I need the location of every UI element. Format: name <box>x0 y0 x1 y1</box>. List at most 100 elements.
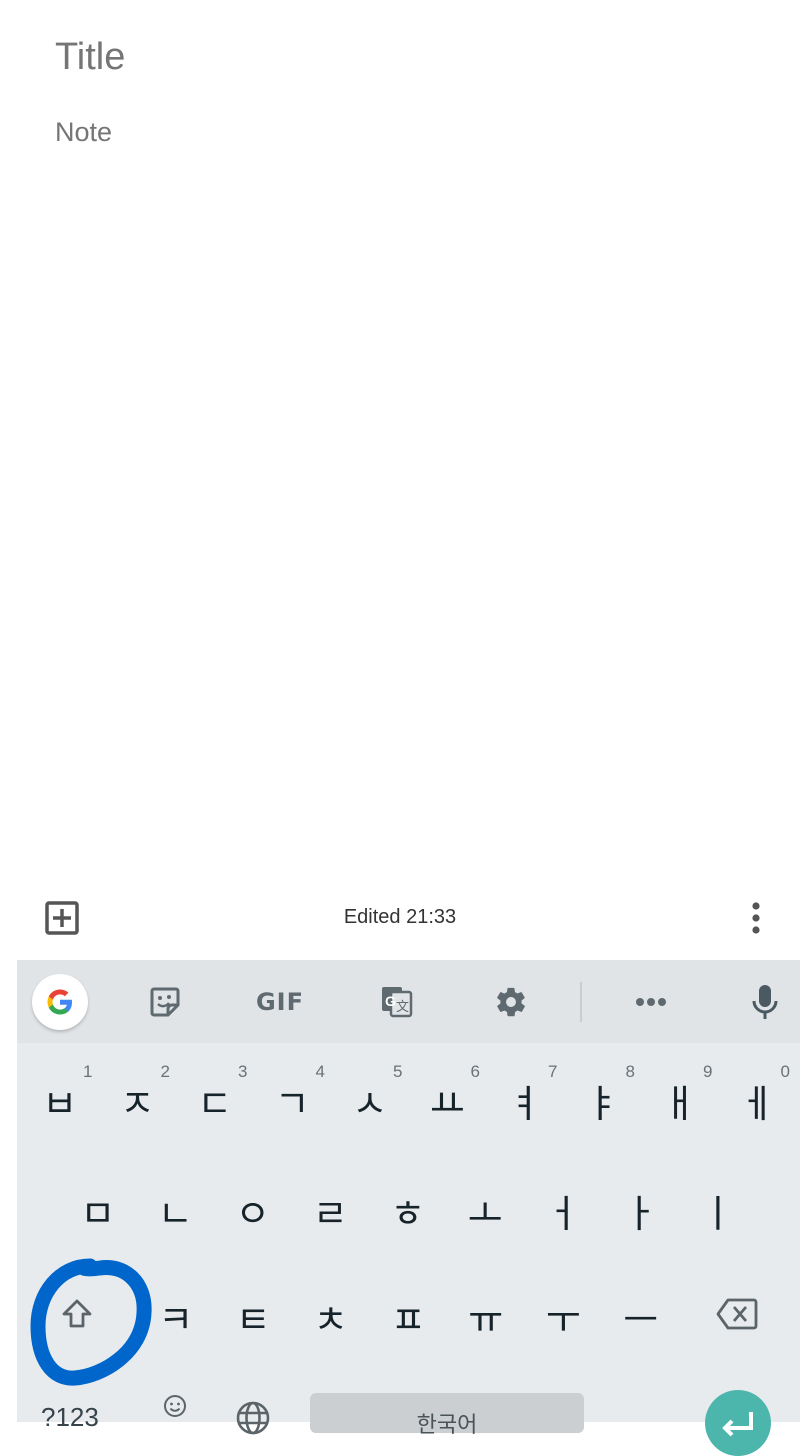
note-bottom-bar: Edited 21:33 <box>0 882 800 956</box>
key-char: ㄴ <box>157 1191 193 1236</box>
shift-key[interactable] <box>37 1278 117 1350</box>
key[interactable]: ㅌ <box>215 1274 293 1358</box>
key-char: ㄷ <box>197 1081 233 1126</box>
key[interactable]: ㅊ <box>292 1274 370 1358</box>
key-char: ㅠ <box>468 1297 504 1342</box>
key-char: ㅇ <box>235 1191 271 1236</box>
keyboard-toolbar: GIF G 文 <box>17 960 800 1043</box>
key-char: ㅗ <box>467 1191 503 1236</box>
key[interactable]: ㄴ <box>137 1168 215 1252</box>
key-char: ㅈ <box>119 1081 155 1126</box>
key[interactable]: ㅈ2 <box>99 1058 177 1142</box>
key[interactable]: ㄹ <box>292 1168 370 1252</box>
key-number-hint: 3 <box>238 1062 248 1081</box>
emoji-key[interactable] <box>157 1390 193 1422</box>
keyboard: GIF G 文 ㅂ 1 ㅈ 2 ㄷ 3 ㄱ 4 ㅅ 5 ㅛ 6 ㅕ 7 ㅑ 8 … <box>17 960 800 1456</box>
gif-label: GIF <box>255 988 305 1016</box>
sticker-icon <box>150 987 180 1017</box>
key-number-hint: 0 <box>780 1062 790 1081</box>
enter-icon <box>722 1412 753 1437</box>
key[interactable]: ㅓ <box>524 1168 602 1252</box>
key[interactable]: ㅋ <box>137 1274 215 1358</box>
google-g-icon <box>47 989 72 1015</box>
emoji-icon <box>164 1395 186 1417</box>
key-number-hint: 4 <box>315 1062 325 1081</box>
key-char: ㅣ <box>700 1191 736 1236</box>
key[interactable]: ㅡ <box>602 1274 680 1358</box>
sticker-button[interactable] <box>137 974 193 1030</box>
key-char: ㅏ <box>622 1191 658 1236</box>
space-key[interactable]: 한국어 <box>310 1393 584 1437</box>
key[interactable]: ㅜ <box>525 1274 603 1358</box>
key-char: ㅍ <box>390 1297 426 1342</box>
enter-key[interactable] <box>705 1390 771 1456</box>
key-number-hint: 8 <box>625 1062 635 1081</box>
more-tools-button[interactable] <box>623 974 679 1030</box>
key-char: ㅁ <box>80 1191 116 1236</box>
key-char: ㅂ <box>42 1081 78 1126</box>
space-key-label: 한국어 <box>416 1412 478 1437</box>
shift-icon <box>62 1299 92 1328</box>
translate-button[interactable]: G 文 <box>369 974 425 1030</box>
key-char: ㅜ <box>545 1297 581 1342</box>
key-number-hint: 7 <box>548 1062 558 1081</box>
key-char: ㅑ <box>584 1081 620 1126</box>
key-char: ㄹ <box>312 1191 348 1236</box>
gear-icon <box>497 987 525 1017</box>
symbols-key[interactable]: ?123 <box>41 1402 99 1433</box>
key-char: ㅓ <box>545 1191 581 1236</box>
key[interactable]: ㄷ3 <box>176 1058 254 1142</box>
key[interactable]: ㅣ <box>679 1168 757 1252</box>
key[interactable]: ㅑ8 <box>564 1058 642 1142</box>
translate-icon: G 文 <box>382 987 413 1018</box>
key[interactable]: ㅁ <box>59 1168 137 1252</box>
key[interactable]: ㅍ <box>370 1274 448 1358</box>
key[interactable]: ㅏ <box>602 1168 680 1252</box>
key[interactable]: ㅕ7 <box>486 1058 564 1142</box>
key-char: ㅊ <box>313 1297 349 1342</box>
google-search-button[interactable] <box>32 974 88 1030</box>
language-key[interactable] <box>231 1400 275 1440</box>
key[interactable]: ㅂ1 <box>21 1058 99 1142</box>
key-char: ㅐ <box>662 1081 698 1126</box>
key-char: ㅕ <box>507 1081 543 1126</box>
edited-timestamp: Edited 21:33 <box>343 906 457 928</box>
key[interactable]: ㅇ <box>214 1168 292 1252</box>
key-number-hint: 9 <box>703 1062 713 1081</box>
toolbar-divider <box>580 982 582 1022</box>
key[interactable]: ㄱ4 <box>254 1058 332 1142</box>
voice-input-button[interactable] <box>737 974 793 1030</box>
key-char: ㅔ <box>739 1081 775 1126</box>
key[interactable]: ㅎ <box>369 1168 447 1252</box>
backspace-icon <box>716 1298 758 1330</box>
key-number-hint: 2 <box>160 1062 170 1081</box>
key-char: ㅡ <box>623 1297 659 1342</box>
key[interactable]: ㅗ <box>447 1168 525 1252</box>
key-char: ㅛ <box>429 1081 465 1126</box>
key[interactable]: ㅅ5 <box>331 1058 409 1142</box>
mic-icon <box>752 985 778 1019</box>
key-char: ㅅ <box>352 1081 388 1126</box>
key-number-hint: 5 <box>393 1062 403 1081</box>
key-number-hint: 6 <box>470 1062 480 1081</box>
key-char: ㅋ <box>158 1297 194 1342</box>
more-options-button[interactable] <box>744 900 768 936</box>
key[interactable]: ㅐ9 <box>641 1058 719 1142</box>
note-editor <box>0 0 800 880</box>
key[interactable]: ㅠ <box>447 1274 525 1358</box>
settings-button[interactable] <box>483 974 539 1030</box>
more-horiz-icon <box>636 998 666 1006</box>
key[interactable]: ㅛ6 <box>409 1058 487 1142</box>
key-char: ㄱ <box>274 1081 310 1126</box>
backspace-key[interactable] <box>697 1278 777 1350</box>
title-input[interactable] <box>55 36 755 79</box>
key-number-hint: 1 <box>83 1062 93 1081</box>
globe-icon <box>236 1401 270 1435</box>
key[interactable]: ㅔ0 <box>719 1058 797 1142</box>
note-input[interactable] <box>55 117 755 148</box>
more-vert-icon <box>752 902 760 934</box>
gif-button[interactable]: GIF <box>245 974 315 1030</box>
svg-text:G: G <box>385 993 396 1009</box>
key-char: ㅎ <box>390 1191 426 1236</box>
key-char: ㅌ <box>235 1297 271 1342</box>
